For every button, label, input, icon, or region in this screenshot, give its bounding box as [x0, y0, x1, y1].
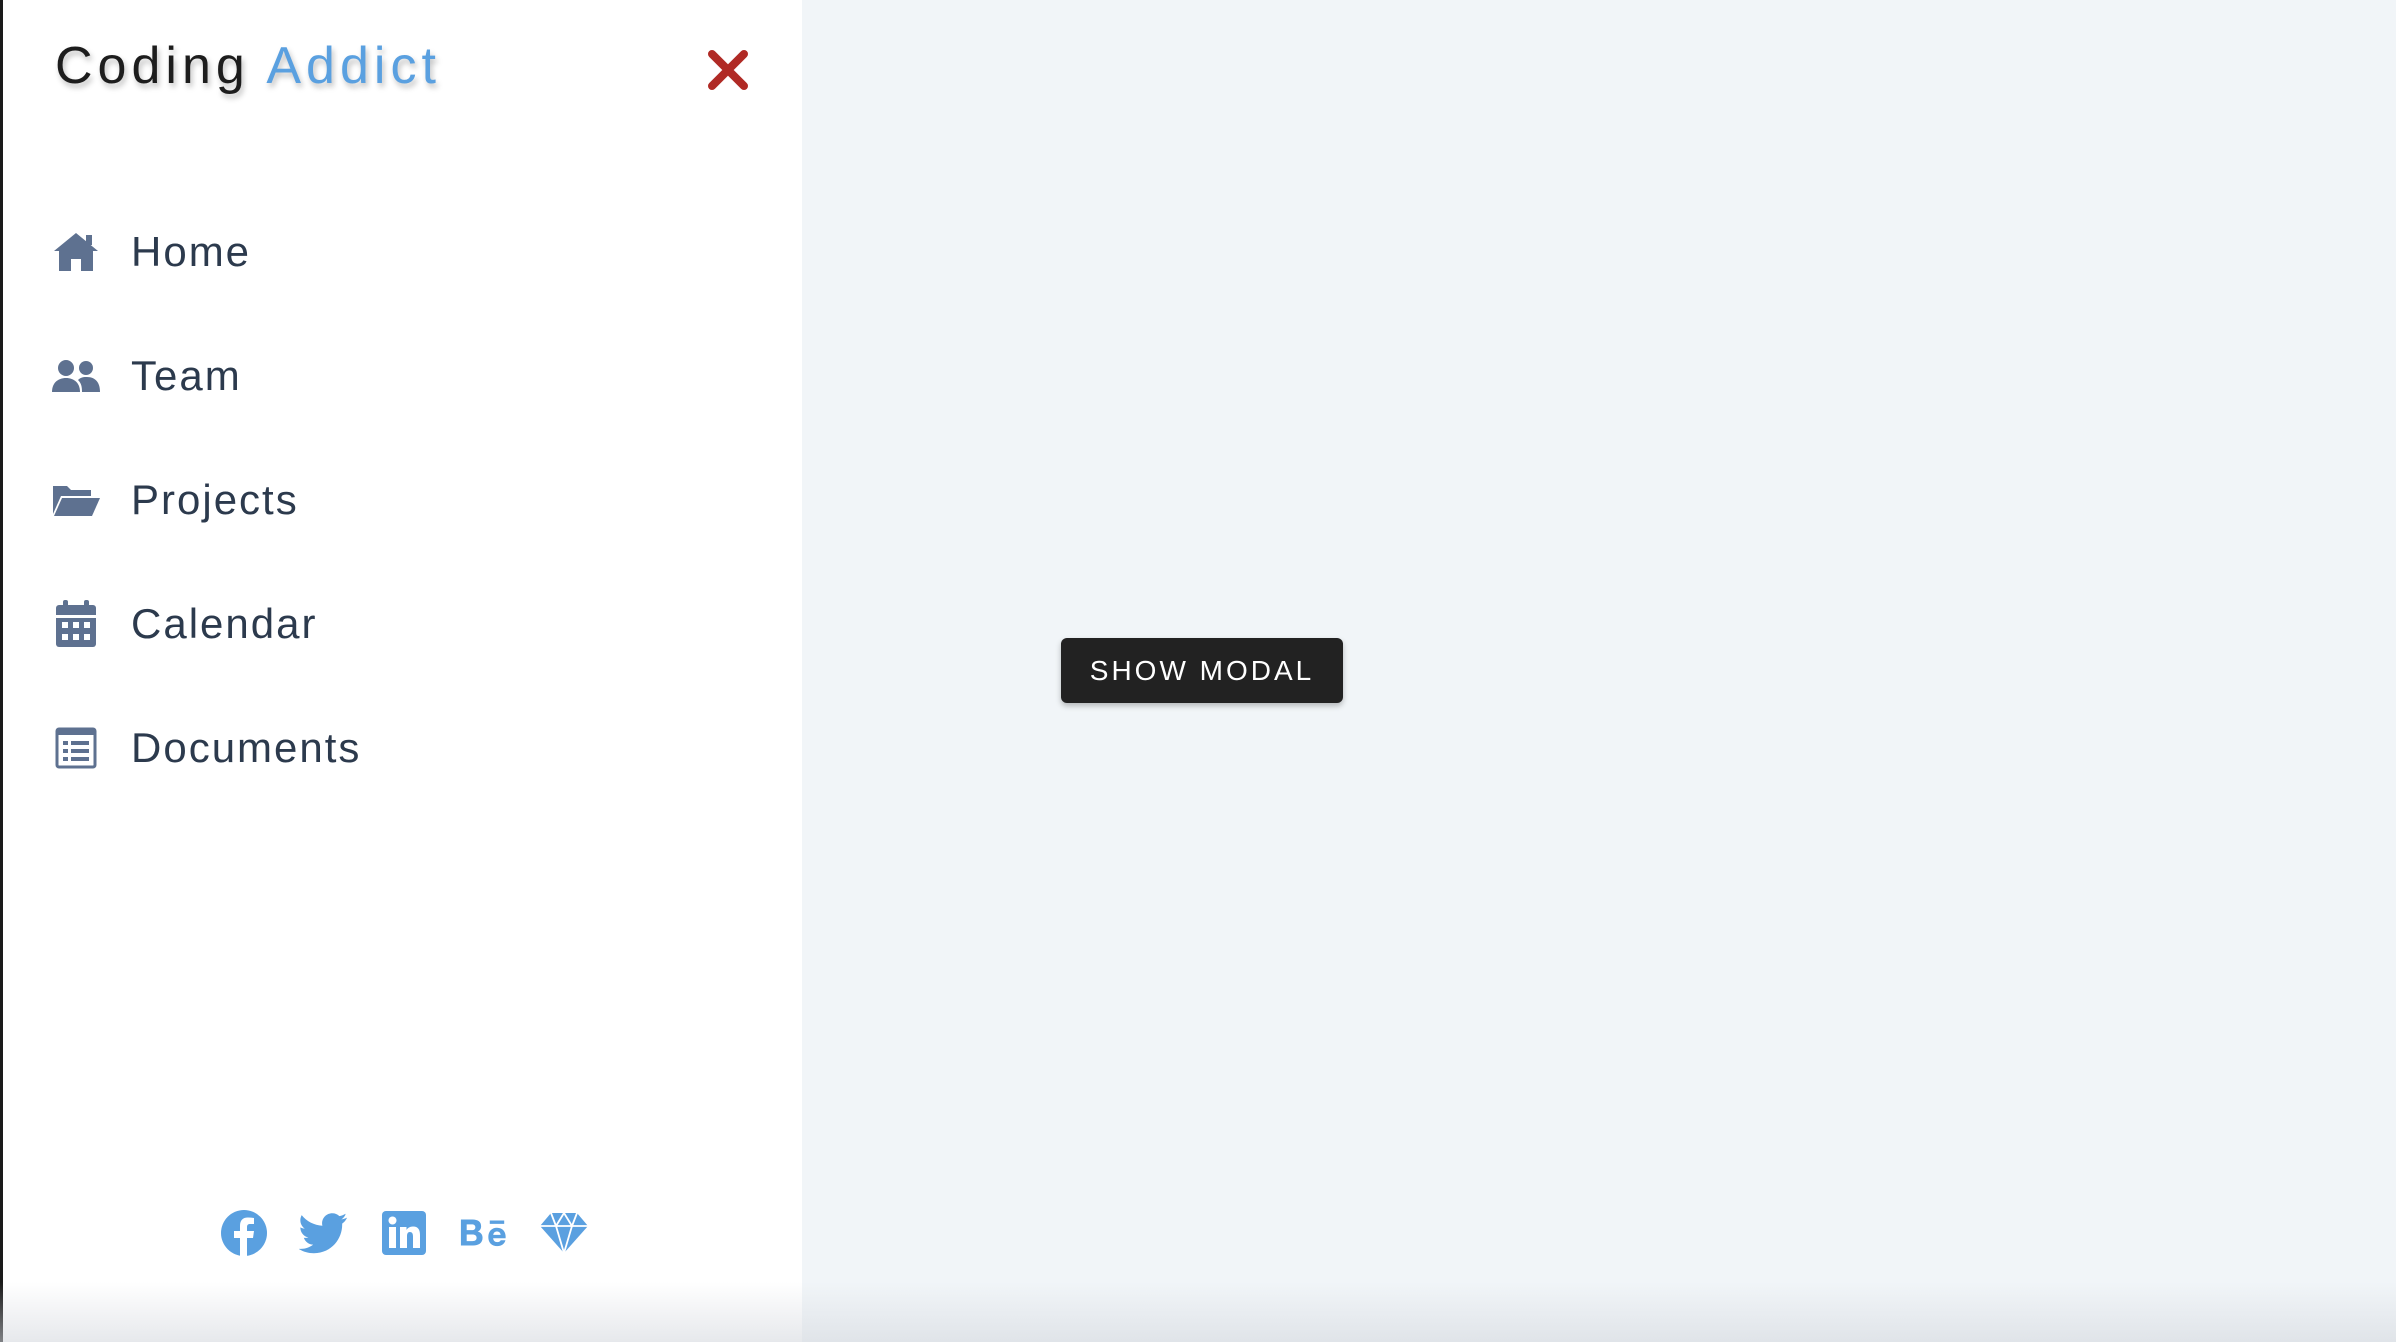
close-icon	[708, 50, 748, 90]
sidebar: Coding Addict Home Team Projects Calenda…	[0, 0, 802, 1342]
sketch-icon[interactable]	[539, 1208, 589, 1258]
calendar-icon	[51, 599, 101, 649]
document-icon	[51, 723, 101, 773]
twitter-icon[interactable]	[299, 1208, 349, 1258]
linkedin-icon[interactable]	[379, 1208, 429, 1258]
nav-item-home[interactable]: Home	[51, 190, 361, 314]
nav-item-label: Home	[131, 228, 252, 275]
nav-item-documents[interactable]: Documents	[51, 686, 361, 810]
nav-item-label: Team	[131, 352, 242, 399]
home-icon	[51, 227, 101, 277]
facebook-icon[interactable]	[219, 1208, 269, 1258]
logo: Coding Addict	[55, 36, 441, 96]
app-root: Coding Addict Home Team Projects Calenda…	[0, 0, 2396, 1342]
nav-links: Home Team Projects Calendar Documents	[51, 190, 361, 810]
logo-text: Coding	[55, 37, 250, 95]
nav-item-label: Projects	[131, 476, 299, 523]
behance-icon[interactable]	[459, 1208, 509, 1258]
close-button[interactable]	[702, 44, 754, 96]
users-icon	[51, 351, 101, 401]
folder-open-icon	[51, 475, 101, 525]
nav-item-label: Documents	[131, 724, 362, 771]
nav-item-projects[interactable]: Projects	[51, 438, 361, 562]
sidebar-header: Coding Addict	[55, 36, 754, 106]
nav-item-team[interactable]: Team	[51, 314, 361, 438]
logo-accent: Addict	[266, 37, 441, 95]
nav-item-label: Calendar	[131, 600, 318, 647]
social-links	[3, 1208, 805, 1258]
show-modal-button[interactable]: SHOW MODAL	[1061, 638, 1343, 703]
nav-item-calendar[interactable]: Calendar	[51, 562, 361, 686]
